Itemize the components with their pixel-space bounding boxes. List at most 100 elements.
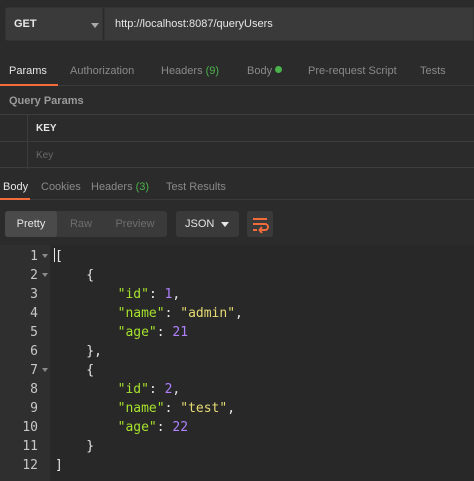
code-token: ,	[172, 287, 181, 302]
line-number: 12	[22, 458, 38, 473]
body-indicator-dot-icon	[275, 66, 283, 73]
code-text: },	[55, 342, 102, 361]
response-body-editor[interactable]: 1[2 {3 "id": 1, 4 "name": "admin", 5 "age"…	[0, 245, 474, 481]
tab-params[interactable]: Params	[9, 65, 47, 77]
pretty-button[interactable]: Pretty	[5, 211, 57, 237]
code-token: "name"	[117, 401, 165, 416]
tab-cookies[interactable]: Cookies	[41, 181, 81, 193]
code-token: :	[156, 420, 173, 435]
preview-button[interactable]: Preview	[105, 211, 165, 237]
line-number: 2	[30, 268, 38, 283]
fold-arrow-icon[interactable]	[42, 368, 48, 372]
code-token: ,	[172, 382, 181, 397]
code-token: :	[148, 382, 165, 397]
chevron-down-icon	[221, 222, 229, 227]
tab-headers[interactable]: Headers (9)	[161, 65, 219, 77]
code-text: {	[55, 361, 94, 380]
line-number: 1	[30, 249, 38, 264]
tab-test-results[interactable]: Test Results	[166, 181, 226, 193]
code-line: 5 "age": 21	[0, 323, 474, 342]
fold-arrow-icon[interactable]	[42, 254, 48, 258]
raw-button[interactable]: Raw	[59, 211, 103, 237]
row-checkbox-cell[interactable]	[0, 142, 28, 169]
code-token: [	[55, 249, 63, 264]
code-text: {	[55, 266, 94, 285]
tab-authorization[interactable]: Authorization	[70, 65, 134, 77]
code-token: ,	[227, 401, 236, 416]
code-token: ]	[55, 458, 63, 473]
code-text: [	[55, 247, 63, 266]
response-headers-count: (3)	[135, 181, 150, 193]
code-token: ,	[235, 306, 243, 321]
code-text: "age": 22	[55, 418, 188, 437]
code-token: {	[55, 268, 95, 283]
code-line: 3 "id": 1,	[0, 285, 474, 304]
tab-pre-request-script[interactable]: Pre-request Script	[308, 65, 397, 77]
code-line: 7 {	[0, 361, 474, 380]
code-token: "name"	[117, 306, 165, 321]
code-text: "id": 1,	[55, 285, 181, 304]
code-token: "test"	[180, 401, 228, 416]
code-text: "name": "test",	[55, 399, 235, 418]
tab-response-body[interactable]: Body	[3, 181, 28, 193]
fold-arrow-icon[interactable]	[42, 273, 48, 277]
format-select-label: JSON	[185, 218, 215, 230]
code-text: }	[55, 437, 94, 456]
code-token: {	[55, 363, 95, 378]
line-number: 11	[22, 439, 38, 454]
code-line: 10 "age": 22	[0, 418, 474, 437]
code-token: "id"	[117, 287, 149, 302]
code-line: 1[	[0, 247, 474, 266]
code-line: 6 },	[0, 342, 474, 361]
code-token: :	[164, 401, 181, 416]
tab-body[interactable]: Body	[247, 65, 283, 77]
headers-count: (9)	[205, 65, 220, 77]
code-line: 9 "name": "test",	[0, 399, 474, 418]
line-number: 4	[30, 306, 38, 321]
line-number: 9	[30, 401, 38, 416]
line-number: 10	[22, 420, 38, 435]
method-label: GET	[14, 18, 37, 30]
code-text: "name": "admin",	[55, 304, 243, 323]
code-line: 12]	[0, 456, 474, 475]
view-mode-group: Pretty Raw Preview	[5, 211, 167, 237]
code-token: :	[156, 325, 173, 340]
code-token: "admin"	[180, 306, 236, 321]
text-cursor	[54, 248, 55, 262]
response-toolbar: Pretty Raw Preview JSON	[0, 208, 474, 240]
line-number: 3	[30, 287, 38, 302]
code-token: "age"	[117, 420, 157, 435]
params-header-row: KEY	[0, 114, 474, 142]
header-checkbox-cell	[0, 115, 28, 142]
tab-tests[interactable]: Tests	[420, 65, 446, 77]
code-token: "age"	[117, 325, 157, 340]
wrap-lines-button[interactable]	[247, 211, 273, 237]
code-line: 11 }	[0, 437, 474, 456]
line-number: 6	[30, 344, 38, 359]
params-input-row[interactable]: Key	[0, 141, 474, 169]
code-token: }	[55, 439, 95, 454]
key-input[interactable]: Key	[36, 150, 53, 161]
url-bar: GET http://localhost:8087/queryUsers	[0, 0, 474, 48]
method-select[interactable]: GET	[5, 7, 103, 41]
code-line: 4 "name": "admin",	[0, 304, 474, 323]
chevron-down-icon	[91, 23, 99, 28]
format-select[interactable]: JSON	[176, 211, 239, 237]
tab-response-headers[interactable]: Headers (3)	[91, 181, 149, 193]
active-response-tab-indicator	[0, 198, 30, 200]
wrap-lines-icon	[253, 218, 269, 234]
code-text: "id": 2,	[55, 380, 181, 399]
code-text: "age": 21	[55, 323, 188, 342]
line-number: 5	[30, 325, 38, 340]
code-token: :	[164, 306, 181, 321]
response-tabs: Body Cookies Headers (3) Test Results	[0, 174, 474, 200]
url-input[interactable]: http://localhost:8087/queryUsers	[104, 7, 474, 41]
code-token: :	[148, 287, 165, 302]
code-text: ]	[55, 456, 63, 475]
line-number: 7	[30, 363, 38, 378]
